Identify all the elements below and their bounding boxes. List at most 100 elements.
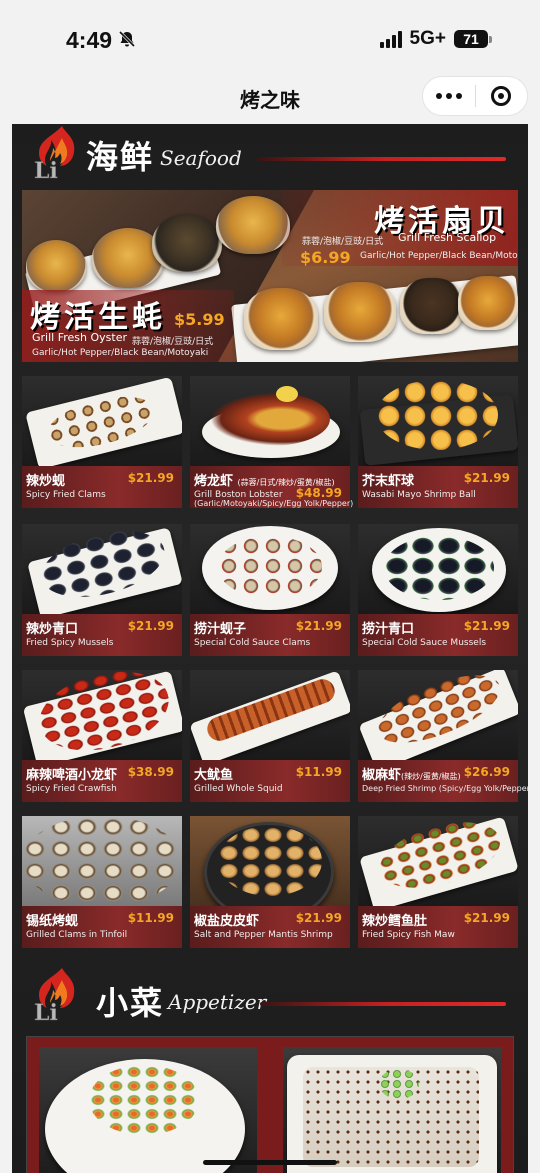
dish-photo xyxy=(22,816,182,906)
dish-label: 捞汁蚬子 Special Cold Sauce Clams $21.99 xyxy=(190,614,350,656)
dish-photo[interactable] xyxy=(283,1047,501,1173)
appetizer-photos xyxy=(26,1036,514,1173)
status-bar: 4:49 5G+ 71 xyxy=(0,0,540,80)
dish-options-cn: (辣炒/蛋黄/椒盐) xyxy=(401,772,461,781)
menu-item-card[interactable]: 大鱿鱼 Grilled Whole Squid $11.99 xyxy=(190,670,350,802)
menu-item-card[interactable]: 芥末虾球 Wasabi Mayo Shrimp Ball $21.99 xyxy=(358,376,518,508)
status-time: 4:49 xyxy=(66,27,136,54)
dish-name-cn: 锡纸烤蚬 xyxy=(26,914,79,929)
dish-name-en: Special Cold Sauce Clams xyxy=(194,638,311,648)
battery-icon: 71 xyxy=(454,30,492,48)
dish-name-en: Spicy Fried Crawfish xyxy=(26,784,117,794)
mini-program-close-icon[interactable] xyxy=(475,77,527,115)
dish-label: 椒盐皮皮虾 Salt and Pepper Mantis Shrimp $21.… xyxy=(190,906,350,948)
svg-text:Li: Li xyxy=(34,1000,58,1022)
dish-price: $38.99 xyxy=(127,765,174,779)
cellular-signal-icon xyxy=(379,30,402,48)
dish-price: $21.99 xyxy=(463,471,510,485)
scallop-flavors-cn: 蒜蓉/泡椒/豆豉/日式 xyxy=(302,237,384,247)
flame-li-logo: Li xyxy=(34,126,75,180)
menu-item-card[interactable]: 辣炒鳕鱼肚 Fried Spicy Fish Maw $21.99 xyxy=(358,816,518,948)
menu-item-card[interactable]: 烤龙虾 (蒜蓉/日式/辣炒/蛋黄/椒盐) Grill Boston Lobste… xyxy=(190,376,354,508)
dish-price: $21.99 xyxy=(463,911,510,925)
menu-item-card[interactable]: 椒麻虾(辣炒/蛋黄/椒盐) Deep Fried Shrimp (Spicy/E… xyxy=(358,670,528,802)
dish-name-en: Grilled Whole Squid xyxy=(194,784,283,794)
dish-name-en: Fried Spicy Fish Maw xyxy=(362,930,455,940)
dish-label: 大鱿鱼 Grilled Whole Squid $11.99 xyxy=(190,760,350,802)
dish-label: 辣炒青口 Fried Spicy Mussels $21.99 xyxy=(22,614,182,656)
dish-photo[interactable] xyxy=(39,1047,257,1173)
dish-label: 麻辣啤酒小龙虾 Spicy Fried Crawfish $38.99 xyxy=(22,760,182,802)
dish-photo xyxy=(190,670,350,760)
menu-item-card[interactable]: 锡纸烤蚬 Grilled Clams in Tinfoil $11.99 xyxy=(22,816,182,948)
oyster-scallop-banner: 烤活生蚝 $5.99 Grill Fresh Oyster 蒜蓉/泡椒/豆豉/日… xyxy=(22,190,518,362)
oyster-flavors-cn: 蒜蓉/泡椒/豆豉/日式 xyxy=(132,337,214,347)
dish-name-en: Grilled Clams in Tinfoil xyxy=(26,930,128,940)
section-title-cn: 海鲜 xyxy=(86,138,155,176)
oyster-name-en: Grill Fresh Oyster xyxy=(32,331,127,344)
dish-name-cn: 辣炒鳕鱼肚 xyxy=(362,914,428,929)
dish-name-en: Salt and Pepper Mantis Shrimp xyxy=(194,930,333,940)
seafood-section-header: Li 海鲜 Seafood xyxy=(12,124,528,194)
dish-label: 芥末虾球 Wasabi Mayo Shrimp Ball $21.99 xyxy=(358,466,518,508)
oyster-price: $5.99 xyxy=(174,310,225,329)
time-text: 4:49 xyxy=(66,27,113,53)
dish-label: 锡纸烤蚬 Grilled Clams in Tinfoil $11.99 xyxy=(22,906,182,948)
oyster-title: 烤活生蚝 xyxy=(30,300,166,335)
dish-label: 烤龙虾 (蒜蓉/日式/辣炒/蛋黄/椒盐) Grill Boston Lobste… xyxy=(190,466,354,508)
svg-text:Li: Li xyxy=(34,158,58,180)
dish-label: 辣炒蚬 Spicy Fried Clams $21.99 xyxy=(22,466,182,508)
menu-image: Li 海鲜 Seafood 烤活生蚝 $5.99 Grill Fresh Oys… xyxy=(12,124,528,1173)
dish-label: 椒麻虾(辣炒/蛋黄/椒盐) Deep Fried Shrimp (Spicy/E… xyxy=(358,760,528,802)
dish-options-en: (Garlic/Motoyaki/Spicy/Egg Yolk/Pepper) xyxy=(194,499,354,508)
dish-name-cn: 捞汁青口 xyxy=(362,622,415,637)
dish-label: 捞汁青口 Special Cold Sauce Mussels $21.99 xyxy=(358,614,518,656)
dish-photo xyxy=(358,524,518,614)
dish-name-cn: 辣炒青口 xyxy=(26,622,79,637)
dish-name-en: Wasabi Mayo Shrimp Ball xyxy=(362,490,476,500)
menu-item-card[interactable]: 辣炒青口 Fried Spicy Mussels $21.99 xyxy=(22,524,182,656)
dish-price: $21.99 xyxy=(295,619,342,633)
dish-price: $11.99 xyxy=(295,765,342,779)
dish-photo xyxy=(358,816,518,906)
bell-slash-icon xyxy=(118,27,136,54)
dish-price: $21.99 xyxy=(127,619,174,633)
dish-photo xyxy=(190,524,350,614)
dish-price: $21.99 xyxy=(463,619,510,633)
section-divider-line xyxy=(258,157,506,161)
dish-name-en: Special Cold Sauce Mussels xyxy=(362,638,487,648)
menu-item-card[interactable]: 椒盐皮皮虾 Salt and Pepper Mantis Shrimp $21.… xyxy=(190,816,350,948)
menu-item-card[interactable]: 捞汁蚬子 Special Cold Sauce Clams $21.99 xyxy=(190,524,350,656)
dish-price: $21.99 xyxy=(127,471,174,485)
section-title-cn: 小菜 xyxy=(96,984,165,1022)
dish-name-cn: 辣炒蚬 xyxy=(26,474,66,489)
dish-name-cn: 捞汁蚬子 xyxy=(194,622,247,637)
scallop-price: $6.99 xyxy=(300,248,351,267)
battery-level: 71 xyxy=(463,31,479,47)
menu-item-card[interactable]: 捞汁青口 Special Cold Sauce Mussels $21.99 xyxy=(358,524,518,656)
scallop-flavors-en: Garlic/Hot Pepper/Black Bean/Motoyaki xyxy=(360,251,518,261)
dish-photo xyxy=(358,376,518,466)
network-type: 5G+ xyxy=(409,28,446,49)
dish-name-cn: 椒盐皮皮虾 xyxy=(194,914,260,929)
dish-price: $11.99 xyxy=(127,911,174,925)
section-title-en: Appetizer xyxy=(168,990,267,1014)
dish-name-cn: 大鱿鱼 xyxy=(194,768,234,783)
menu-item-card[interactable]: 辣炒蚬 Spicy Fried Clams $21.99 xyxy=(22,376,182,508)
dish-photo xyxy=(190,376,350,466)
dish-price: $48.99 xyxy=(295,486,342,500)
menu-item-card[interactable]: 麻辣啤酒小龙虾 Spicy Fried Crawfish $38.99 xyxy=(22,670,182,802)
nav-bar: 烤之味 xyxy=(0,76,540,120)
scallop-name-en: Grill Fresh Scallop xyxy=(398,231,497,244)
section-divider-line xyxy=(260,1002,506,1006)
dish-label: 辣炒鳕鱼肚 Fried Spicy Fish Maw $21.99 xyxy=(358,906,518,948)
dish-photo xyxy=(22,524,182,614)
status-indicators: 5G+ 71 xyxy=(379,28,492,50)
appetizer-section-header: Li 小菜 Appetizer xyxy=(12,966,528,1036)
dish-name-en: Fried Spicy Mussels xyxy=(26,638,114,648)
dish-price: $21.99 xyxy=(295,911,342,925)
dish-name-en: Deep Fried Shrimp (Spicy/Egg Yolk/Pepper… xyxy=(362,784,528,793)
dish-name-cn: 椒麻虾(辣炒/蛋黄/椒盐) xyxy=(362,768,461,783)
more-dots-icon[interactable] xyxy=(423,77,475,115)
home-indicator xyxy=(203,1160,337,1165)
